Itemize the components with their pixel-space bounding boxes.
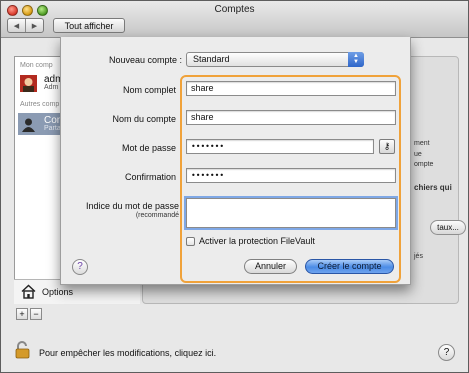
- background-text: ue: [414, 151, 422, 158]
- background-text: chiers qui: [414, 183, 452, 192]
- password-hint-field[interactable]: [186, 198, 396, 228]
- my-account-header: Mon comp: [20, 62, 53, 69]
- password-hint-sublabel: (recommandé: [135, 212, 179, 219]
- background-button: taux...: [430, 220, 466, 235]
- background-text: ompte: [414, 161, 434, 168]
- account-name-label: Nom du compte: [112, 114, 176, 124]
- confirm-password-field[interactable]: •••••••: [186, 168, 396, 183]
- sheet-help-button[interactable]: ?: [72, 259, 88, 275]
- title-bar: Comptes ◀ ▶ Tout afficher: [1, 1, 468, 38]
- other-accounts-header: Autres comp: [20, 101, 60, 108]
- cancel-button[interactable]: Annuler: [244, 259, 297, 274]
- lock-message: Pour empêcher les modifications, cliquez…: [39, 348, 217, 358]
- window-title: Comptes: [214, 4, 255, 15]
- back-button[interactable]: ◀: [8, 19, 26, 32]
- filevault-label[interactable]: Activer la protection FileVault: [199, 236, 315, 246]
- user-avatar-icon: [20, 75, 37, 92]
- background-text: ment: [414, 140, 430, 147]
- new-account-label: Nouveau compte :: [108, 55, 182, 65]
- full-name-label: Nom complet: [122, 85, 176, 95]
- confirm-label: Confirmation: [124, 172, 176, 182]
- background-text: jés: [414, 253, 423, 260]
- user-silhouette-icon: [22, 118, 35, 132]
- password-field[interactable]: •••••••: [186, 139, 374, 154]
- account-role: Adm: [44, 84, 59, 91]
- up-down-arrows-icon: ▲ ▼: [348, 52, 364, 67]
- account-type-value: Standard: [193, 54, 230, 64]
- remove-account-button[interactable]: −: [30, 308, 42, 320]
- password-label: Mot de passe: [121, 143, 176, 153]
- options-label: Options: [42, 287, 74, 297]
- help-button[interactable]: ?: [438, 344, 455, 361]
- password-hint-label: Indice du mot de passe: [85, 201, 179, 211]
- forward-button[interactable]: ▶: [26, 19, 43, 32]
- key-icon: ⚷: [383, 141, 391, 151]
- account-type-popup[interactable]: Standard ▲ ▼: [186, 52, 364, 67]
- password-assistant-button[interactable]: ⚷: [379, 139, 395, 154]
- back-forward-control: ◀ ▶: [7, 18, 44, 33]
- add-account-button[interactable]: +: [16, 308, 28, 320]
- account-role: Parta: [44, 125, 61, 132]
- create-account-button[interactable]: Créer le compte: [305, 259, 394, 274]
- house-icon: [21, 284, 36, 299]
- unlocked-padlock-icon[interactable]: [15, 341, 31, 359]
- filevault-checkbox[interactable]: [186, 237, 195, 246]
- show-all-button[interactable]: Tout afficher: [53, 18, 125, 33]
- account-name-field[interactable]: share: [186, 110, 396, 125]
- full-name-field[interactable]: share: [186, 81, 396, 96]
